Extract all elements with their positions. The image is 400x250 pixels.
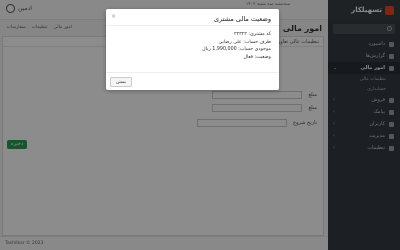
modal-divider bbox=[106, 25, 279, 26]
close-button[interactable]: بستن bbox=[110, 77, 132, 87]
modal-body: کد مشتری: ۲۲۳۲۳ طرف حساب: علی رضایی موجو… bbox=[202, 31, 271, 61]
modal-title: وضعیت مالی مشتری bbox=[213, 15, 271, 23]
modal-line-balance: موجودی حساب: 1,990,000 ریال bbox=[202, 47, 271, 52]
modal-line-status: وضعیت: فعال bbox=[243, 54, 271, 60]
app-root: سه‌شنبه سه شنبه ۱۴۰۲ ادمین تسهیلکار داشب… bbox=[0, 0, 400, 250]
modal-divider bbox=[106, 72, 279, 73]
modal-line-customer-code: کد مشتری: ۲۲۳۲۳ bbox=[233, 32, 271, 37]
modal-line-account-party: طرف حساب: علی رضایی bbox=[218, 39, 271, 45]
customer-finance-modal: وضعیت مالی مشتری × کد مشتری: ۲۲۳۲۳ طرف ح… bbox=[106, 9, 279, 90]
close-icon[interactable]: × bbox=[111, 13, 116, 20]
